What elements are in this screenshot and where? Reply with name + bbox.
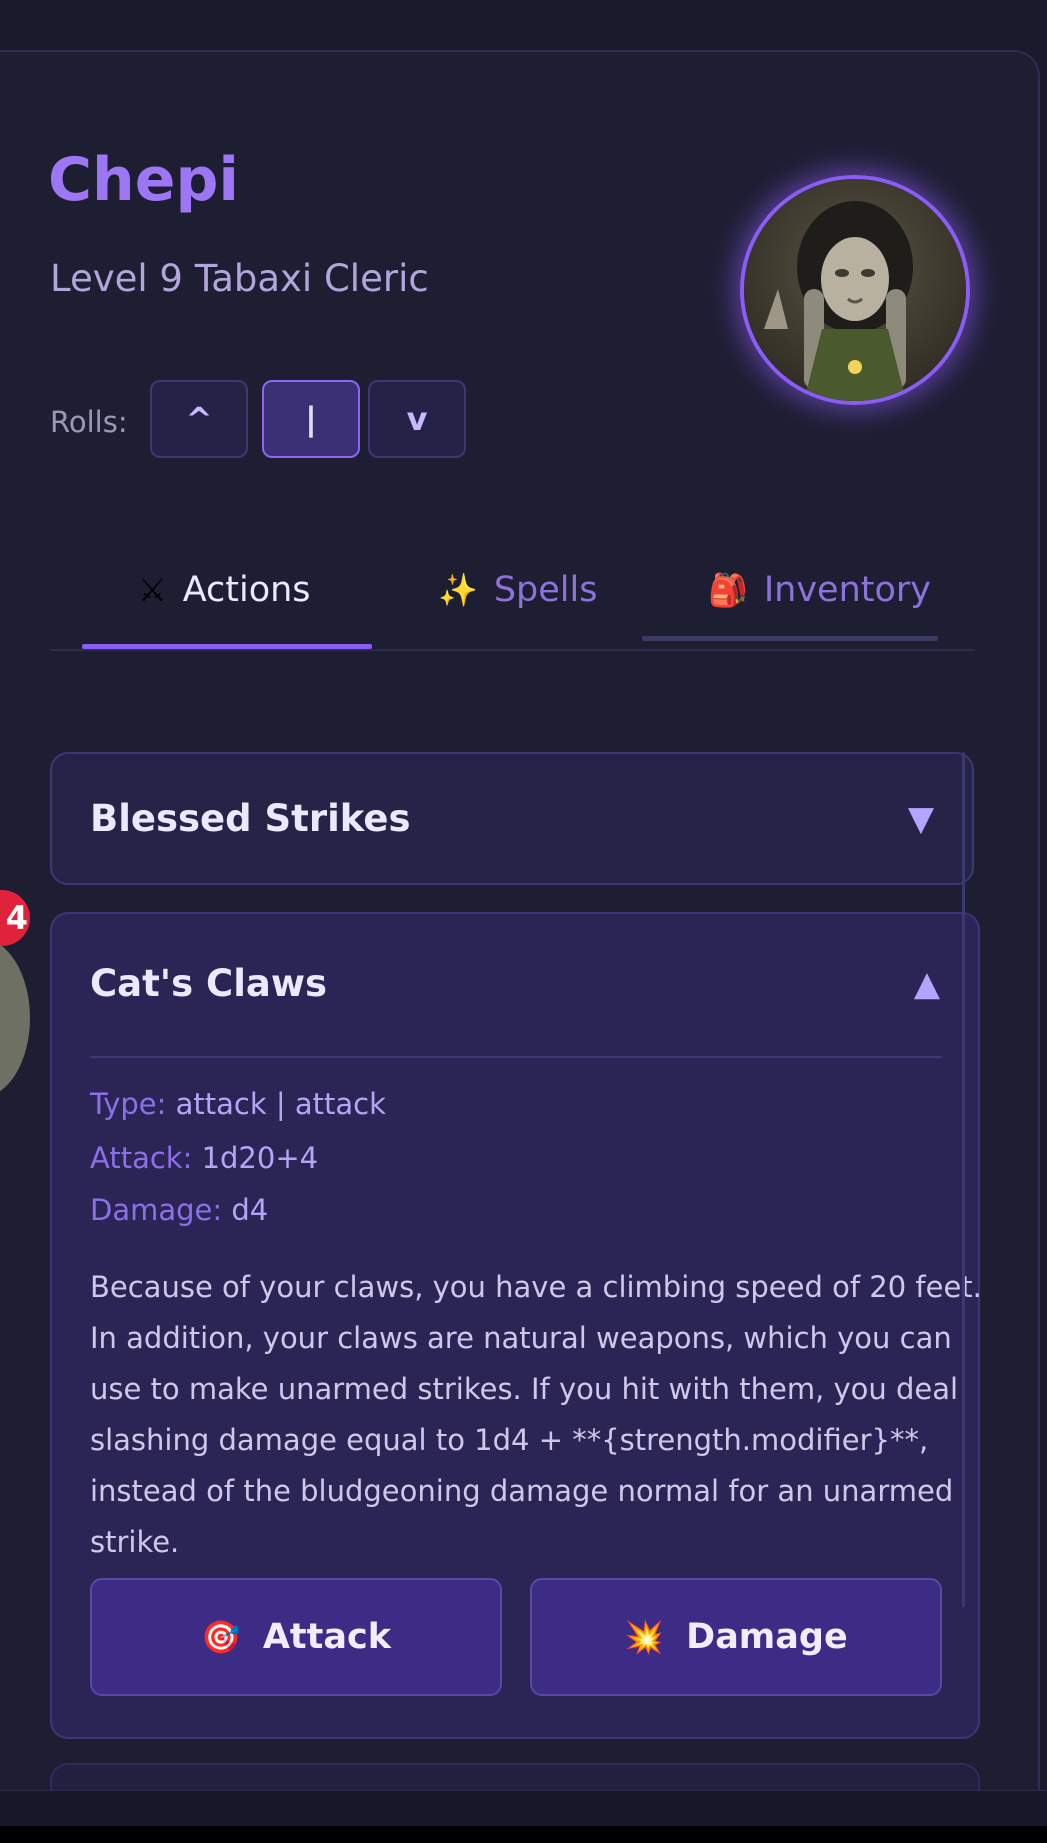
tab-actions[interactable]: ⚔ Actions — [138, 562, 311, 618]
action-attack-value: 1d20+4 — [201, 1141, 319, 1175]
roll-normal-button[interactable]: | — [262, 380, 360, 458]
app-stage: Chepi Level 9 Tabaxi Cleric Rolls: ^ | v — [0, 0, 1047, 1843]
target-icon: 🎯 — [200, 1618, 241, 1656]
roll-disadvantage-button[interactable]: v — [368, 380, 466, 458]
action-type: Type: attack | attack — [90, 1082, 386, 1126]
chevron-up-icon[interactable]: ▲ — [914, 964, 940, 1004]
action-card-blessed-strikes[interactable]: Blessed Strikes ▼ — [50, 752, 974, 885]
rolls-label: Rolls: — [50, 405, 128, 439]
bottom-toolbar — [0, 1790, 1047, 1827]
action-type-value: attack | attack — [175, 1087, 386, 1121]
roll-advantage-button[interactable]: ^ — [150, 380, 248, 458]
action-description: Because of your claws, you have a climbi… — [90, 1270, 982, 1559]
attack-button-label: Attack — [262, 1617, 392, 1657]
tab-inventory-underline — [642, 636, 938, 641]
action-damage: Damage: d4 — [90, 1188, 268, 1232]
scrollbar[interactable] — [962, 752, 965, 1607]
avatar[interactable] — [740, 175, 970, 405]
action-type-label: Type: — [90, 1087, 167, 1121]
sparkles-icon: ✨ — [438, 571, 478, 609]
collision-icon: 💥 — [624, 1618, 665, 1656]
action-attack-label: Attack: — [90, 1141, 193, 1175]
action-damage-label: Damage: — [90, 1193, 223, 1227]
action-title[interactable]: Cat's Claws — [90, 960, 327, 1008]
attack-roll-button[interactable]: 🎯 Attack — [90, 1578, 502, 1696]
tab-inventory-label: Inventory — [763, 570, 932, 610]
action-damage-value: d4 — [231, 1193, 269, 1227]
crossed-swords-icon: ⚔ — [138, 571, 167, 609]
action-title: Blessed Strikes — [90, 797, 411, 840]
bottom-edge — [0, 1826, 1047, 1843]
damage-button-label: Damage — [686, 1617, 848, 1657]
chevron-down-icon[interactable]: ▼ — [908, 799, 934, 839]
damage-roll-button[interactable]: 💥 Damage — [530, 1578, 942, 1696]
card-divider — [90, 1056, 942, 1058]
tab-divider — [50, 649, 975, 651]
character-name: Chepi — [48, 145, 239, 215]
tab-active-underline — [82, 644, 372, 649]
avatar-portrait — [744, 179, 966, 401]
character-subtitle: Level 9 Tabaxi Cleric — [50, 257, 429, 300]
action-attack: Attack: 1d20+4 — [90, 1136, 318, 1180]
tab-spells[interactable]: ✨ Spells — [438, 562, 598, 618]
tab-actions-label: Actions — [182, 570, 311, 610]
tab-spells-label: Spells — [493, 570, 598, 610]
backpack-icon: 🎒 — [708, 571, 748, 609]
tab-inventory[interactable]: 🎒 Inventory — [708, 562, 931, 618]
action-card-cats-claws: Cat's Claws ▲ Type: attack | attack Atta… — [50, 912, 982, 1739]
